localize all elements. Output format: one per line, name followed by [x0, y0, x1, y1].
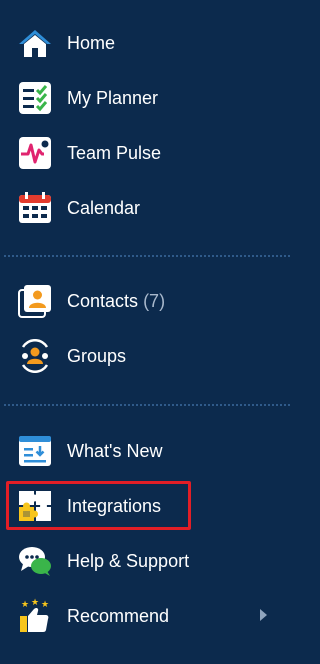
- groups-icon: [17, 339, 53, 373]
- svg-text:★: ★: [41, 600, 49, 610]
- chevron-right-icon[interactable]: [260, 609, 267, 621]
- nav-label-calendar: Calendar: [67, 198, 141, 218]
- nav-label-my-planner: My Planner: [67, 88, 159, 108]
- svg-text:★: ★: [31, 598, 39, 608]
- whats-new-icon: [17, 434, 53, 468]
- svg-text:★: ★: [21, 600, 29, 610]
- nav-item-team-pulse[interactable]: Team Pulse: [0, 131, 280, 175]
- nav-item-calendar[interactable]: Calendar: [0, 186, 280, 230]
- integrations-highlight-box: [6, 481, 191, 530]
- nav-label-groups: Groups: [67, 346, 127, 366]
- thumbs-up-stars-icon: ★ ★ ★: [17, 598, 53, 633]
- nav-item-home[interactable]: Home: [0, 21, 280, 65]
- nav-item-my-planner[interactable]: My Planner: [0, 76, 280, 120]
- section-divider: [4, 404, 290, 406]
- contacts-count-badge: (7): [143, 291, 166, 311]
- nav-label-whats-new: What's New: [67, 441, 163, 461]
- section-divider: [4, 255, 290, 257]
- contacts-label-text: Contacts: [67, 291, 139, 311]
- calendar-icon: [17, 191, 53, 225]
- nav-item-recommend[interactable]: ★ ★ ★ Recommend: [0, 594, 280, 638]
- nav-label-home: Home: [67, 33, 116, 53]
- contacts-icon: [17, 284, 53, 318]
- pulse-icon: [17, 136, 53, 170]
- nav-item-help-support[interactable]: Help & Support: [0, 539, 280, 583]
- chat-bubbles-icon: [17, 544, 53, 578]
- planner-checklist-icon: [17, 81, 53, 115]
- nav-item-contacts[interactable]: Contacts (7): [0, 279, 280, 323]
- nav-label-contacts: Contacts (7): [67, 290, 165, 312]
- nav-label-recommend: Recommend: [67, 606, 170, 626]
- nav-item-whats-new[interactable]: What's New: [0, 429, 280, 473]
- nav-item-groups[interactable]: Groups: [0, 334, 280, 378]
- nav-label-help-support: Help & Support: [67, 551, 190, 571]
- nav-label-team-pulse: Team Pulse: [67, 143, 162, 163]
- home-icon: [17, 26, 53, 60]
